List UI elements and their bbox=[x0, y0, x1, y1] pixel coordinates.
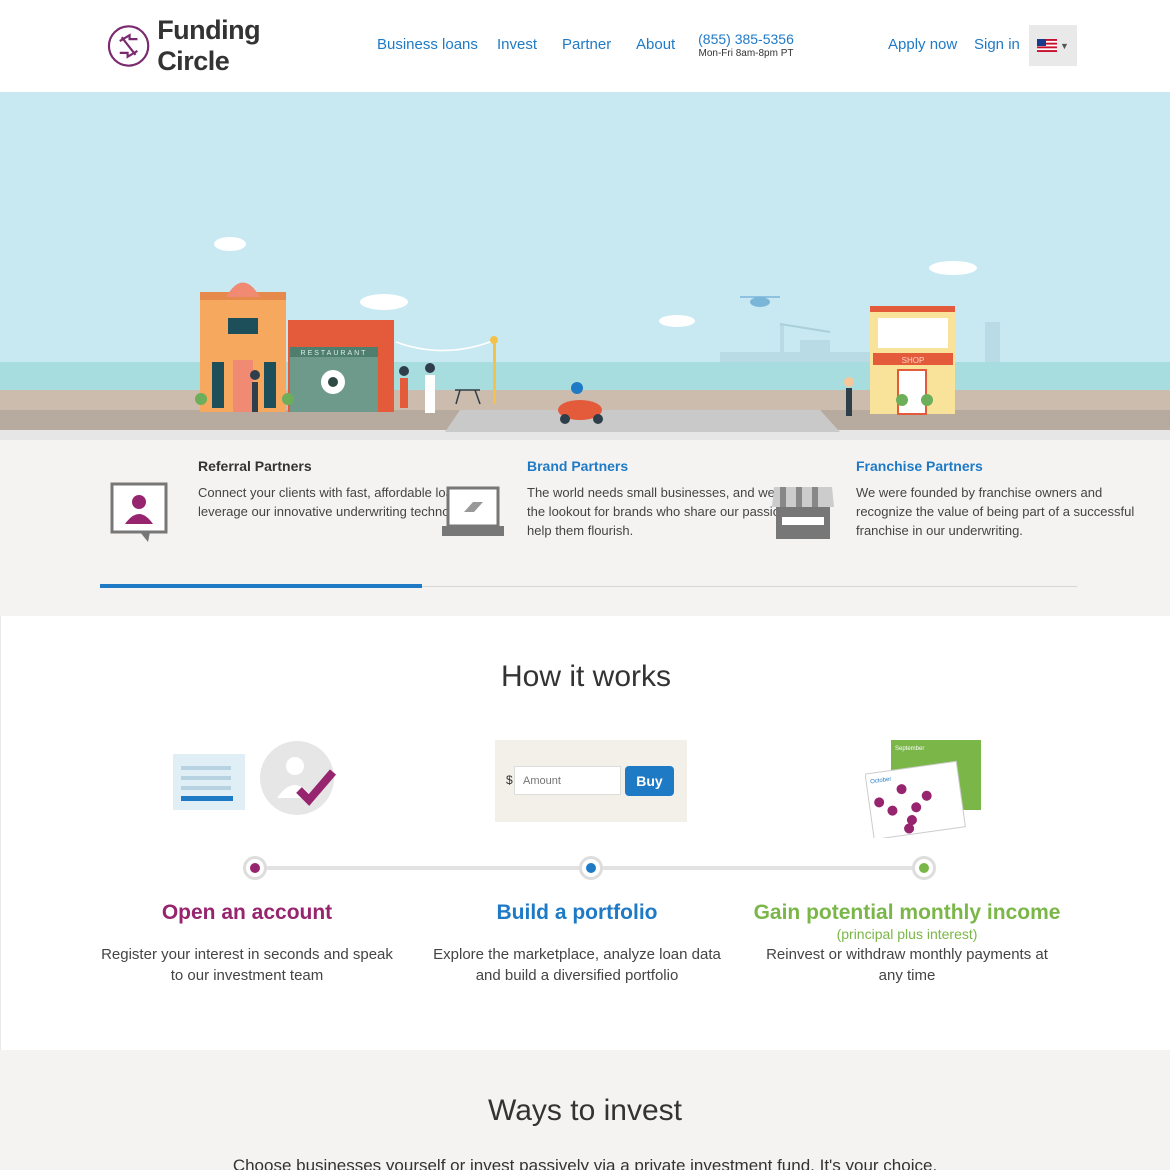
ways-to-invest-section: Ways to invest Choose businesses yoursel… bbox=[0, 1050, 1170, 1170]
section-title: How it works bbox=[500, 660, 672, 693]
restaurant-sign: RESTAURANT bbox=[301, 350, 368, 357]
laptop-icon bbox=[440, 486, 506, 545]
step-marker-3 bbox=[912, 856, 936, 880]
logo[interactable]: Funding Circle bbox=[106, 15, 336, 76]
step-marker-2 bbox=[579, 856, 603, 880]
street-scene-illustration: RESTAURANT SHOP bbox=[0, 237, 1170, 440]
section-title: Ways to invest bbox=[488, 1094, 682, 1127]
funding-circle-logo-icon bbox=[107, 25, 150, 67]
buy-button[interactable]: Buy bbox=[625, 766, 674, 796]
how-it-works-section: How it works $ Buy September October bbox=[0, 616, 1170, 1050]
nav-partner[interactable]: Partner bbox=[562, 36, 611, 53]
chevron-down-icon: ▼ bbox=[1060, 40, 1069, 51]
site-header: Funding Circle Business loans Invest Par… bbox=[0, 0, 1170, 92]
locale-selector[interactable]: ▼ bbox=[1029, 25, 1077, 66]
step-marker-1 bbox=[243, 856, 267, 880]
partner-franchise[interactable]: Franchise Partners We were founded by fr… bbox=[856, 458, 1156, 540]
calendar-illustration: September October bbox=[864, 738, 985, 843]
sign-in-link[interactable]: Sign in bbox=[974, 36, 1020, 53]
step-desc-open-account: Register your interest in seconds and sp… bbox=[101, 946, 393, 984]
phone-hours: Mon-Fri 8am-8pm PT bbox=[698, 48, 794, 59]
step-title-open-account: Open an account bbox=[161, 901, 333, 924]
phone-contact: (855) 385-5356 Mon-Fri 8am-8pm PT bbox=[697, 31, 795, 59]
partner-title: Brand Partners bbox=[527, 458, 629, 474]
buy-widget-illustration: $ Buy bbox=[495, 740, 687, 822]
nav-invest[interactable]: Invest bbox=[497, 36, 537, 53]
calendar-month-label: September bbox=[895, 746, 924, 752]
shop-sign: SHOP bbox=[902, 356, 925, 365]
step-subtitle-monthly-income: (principal plus interest) bbox=[836, 926, 978, 942]
active-tab-indicator bbox=[100, 584, 422, 588]
us-flag-icon bbox=[1037, 39, 1058, 52]
apply-now-link[interactable]: Apply now bbox=[888, 36, 957, 53]
nav-about[interactable]: About bbox=[636, 36, 675, 53]
phone-number[interactable]: (855) 385-5356 bbox=[697, 31, 795, 47]
partners-tabs: Referral Partners Connect your clients w… bbox=[0, 440, 1170, 616]
account-illustration bbox=[173, 740, 343, 825]
step-desc-build-portfolio: Explore the marketplace, analyze loan da… bbox=[433, 946, 721, 984]
step-title-build-portfolio: Build a portfolio bbox=[496, 901, 658, 924]
storefront-icon bbox=[770, 485, 836, 546]
amount-input[interactable] bbox=[514, 766, 621, 795]
nav-business-loans[interactable]: Business loans bbox=[377, 36, 478, 53]
hero-illustration: RESTAURANT SHOP bbox=[0, 92, 1170, 440]
step-desc-monthly-income: Reinvest or withdraw monthly payments at… bbox=[766, 946, 1048, 984]
referral-icon bbox=[110, 482, 170, 549]
logo-text: Funding Circle bbox=[157, 15, 261, 76]
section-description: Choose businesses yourself or invest pas… bbox=[232, 1156, 938, 1170]
partner-title: Franchise Partners bbox=[856, 458, 983, 474]
partner-title: Referral Partners bbox=[198, 458, 312, 474]
step-title-monthly-income: Gain potential monthly income bbox=[753, 901, 1061, 924]
partner-text: We were founded by franchise owners and … bbox=[856, 485, 1135, 538]
dollar-sign: $ bbox=[506, 773, 513, 787]
